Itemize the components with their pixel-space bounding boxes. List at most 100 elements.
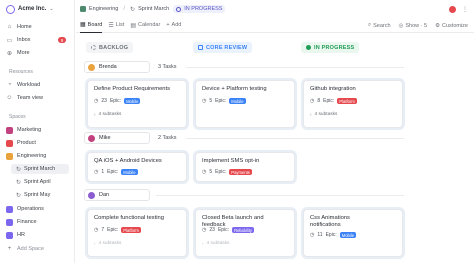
subtasks-toggle[interactable]: › 4 subtasks [202, 241, 229, 246]
customize-label: Customize [442, 22, 468, 29]
search-button[interactable]: ⌕ Search [368, 22, 391, 29]
list-icon: ☰ [108, 22, 114, 29]
sidebar-sprint-april[interactable]: ↻ Sprint April [16, 177, 51, 187]
sidebar-item-more[interactable]: ⊕ More [6, 48, 30, 58]
task-title: Github integration [310, 86, 356, 92]
column-header-core-review[interactable]: CORE REVIEW [193, 42, 253, 53]
progress-status-icon [306, 45, 311, 50]
task-title: Css Animations notifications [310, 215, 350, 228]
sidebar-space-product[interactable]: Product [6, 138, 36, 148]
sidebar-item-inbox[interactable]: ▭ Inbox [6, 35, 31, 45]
sidebar-item-label: Workload [17, 82, 41, 88]
customize-button[interactable]: ⚙ Customize [435, 22, 468, 29]
subtasks-toggle[interactable]: › 4 subtasks [94, 241, 121, 246]
epic-tag[interactable]: Payments [229, 169, 252, 175]
calendar-icon: ▤ [130, 22, 136, 29]
notification-icon[interactable] [449, 6, 456, 13]
sidebar-space-engineering[interactable]: Engineering [6, 151, 46, 161]
sidebar-item-home[interactable]: ⌂ Home [6, 22, 32, 32]
review-status-icon [198, 45, 203, 50]
task-card[interactable]: Closed Beta launch and feedback ◷ 23 Epi… [195, 209, 295, 257]
column-title: BACKLOG [99, 44, 129, 51]
sidebar-item-label: Finance [17, 219, 37, 225]
epic-tag[interactable]: Platform [121, 227, 141, 233]
task-count: 3 Tasks [158, 64, 177, 70]
more-options-icon[interactable]: ⋮ [462, 6, 468, 13]
assignee-selector[interactable]: Mike [84, 132, 150, 144]
sidebar-item-label: Operations [17, 206, 44, 212]
add-space-button[interactable]: + Add Space [6, 244, 44, 254]
chevron-right-icon: › [202, 241, 204, 246]
show-icon: ◎ [398, 22, 404, 29]
points-icon: ◷ [94, 169, 99, 175]
space-icon [6, 231, 13, 239]
task-card[interactable]: Define Product Requirements ◷ 23 Epic: M… [87, 80, 187, 128]
sidebar-sprint-may[interactable]: ↻ Sprint May [16, 190, 50, 200]
column-title: IN PROGRESS [314, 44, 355, 51]
column-title: CORE REVIEW [206, 44, 248, 51]
workspace-logo-icon [6, 4, 15, 14]
show-button[interactable]: ◎ Show · 5 [399, 22, 428, 29]
assignee-name: Brenda [99, 64, 117, 70]
search-icon: ⌕ [368, 22, 372, 28]
status-dot-icon [176, 6, 182, 12]
column-header-backlog[interactable]: BACKLOG [86, 42, 134, 53]
points-icon: ◷ [310, 232, 315, 238]
assignee-selector[interactable]: Brenda [84, 61, 150, 73]
status-badge[interactable]: IN PROGRESS [173, 5, 226, 13]
workspace-switcher[interactable]: Acme Inc. ⌄ [6, 4, 54, 14]
subtasks-toggle[interactable]: › 4 subtasks [94, 112, 121, 117]
assignee-selector[interactable]: Dan [84, 189, 150, 201]
breadcrumb-item[interactable]: Engineering [89, 6, 118, 12]
sidebar-item-workload[interactable]: ◔ Workload [6, 80, 40, 90]
column-header-in-progress[interactable]: IN PROGRESS [301, 42, 360, 53]
task-card[interactable]: Complete functional testing ◷ 7 Epic: Pl… [87, 209, 187, 257]
sprint-icon: ↻ [16, 179, 22, 186]
epic-tag[interactable]: Reliability [232, 227, 254, 233]
sidebar-sprint-march[interactable]: ↻ Sprint March [11, 164, 69, 174]
sidebar-space-marketing[interactable]: Marketing [6, 125, 41, 135]
group-divider [186, 138, 404, 139]
task-card[interactable]: QA iOS + Android Devices ◷ 1 Epic: Mobil… [87, 152, 187, 182]
epic-label: Epic: [109, 98, 122, 104]
sidebar-item-label: Marketing [17, 127, 42, 133]
breadcrumb-item[interactable]: Sprint March [138, 6, 169, 12]
task-card[interactable]: Github integration ◷ 8 Epic: Platform › … [303, 80, 403, 128]
tab-calendar[interactable]: ▤ Calendar [130, 18, 160, 33]
sidebar-item-label: Inbox [17, 37, 31, 43]
points-icon: ◷ [310, 98, 315, 104]
tab-board[interactable]: ▦ Board [80, 18, 103, 33]
group-header: Mike 2 Tasks [84, 132, 177, 144]
sidebar-item-label: Engineering [17, 153, 47, 159]
plus-icon: + [7, 246, 12, 252]
epic-tag[interactable]: Platform [337, 98, 357, 104]
subtasks-count: 4 subtasks [206, 241, 230, 246]
task-meta: ◷ 8 Epic: Platform [310, 98, 357, 104]
task-title: Device + Platform testing [202, 86, 267, 92]
epic-tag[interactable]: Mobile [229, 98, 246, 104]
add-view-button[interactable]: + Add [166, 18, 181, 33]
status-label: IN PROGRESS [184, 6, 223, 12]
task-card[interactable]: Device + Platform testing ◷ 5 Epic: Mobi… [195, 80, 295, 128]
subtasks-toggle[interactable]: › 4 subtasks [310, 112, 337, 117]
task-title: QA iOS + Android Devices [94, 158, 162, 164]
epic-label: Epic: [215, 169, 227, 175]
task-meta: ◷ 23 Epic: Mobile [94, 98, 141, 104]
sidebar-space-hr[interactable]: HR [6, 230, 25, 240]
sidebar-space-finance[interactable]: Finance [6, 217, 37, 227]
task-meta: ◷ 5 Epic: Mobile [202, 98, 246, 104]
team-view-icon: ☺ [6, 95, 13, 101]
points-icon: ◷ [94, 98, 99, 104]
epic-tag[interactable]: Mobile [339, 232, 357, 238]
view-tabs: ▦ Board ☰ List ▤ Calendar + Add ⌕ Search … [76, 18, 474, 33]
avatar [88, 63, 95, 71]
epic-tag[interactable]: Mobile [124, 98, 141, 104]
sidebar-item-team-view[interactable]: ☺ Team view [6, 93, 43, 103]
tab-list[interactable]: ☰ List [108, 18, 124, 33]
epic-tag[interactable]: Mobile [121, 169, 138, 175]
task-card[interactable]: Css Animations notifications ◷ 11 Epic: … [303, 209, 403, 257]
task-card[interactable]: Implement SMS opt-in ◷ 5 Epic: Payments [195, 152, 295, 182]
group-divider [156, 195, 404, 196]
sidebar-space-operations[interactable]: Operations [6, 204, 44, 214]
search-label: Search [373, 22, 391, 29]
